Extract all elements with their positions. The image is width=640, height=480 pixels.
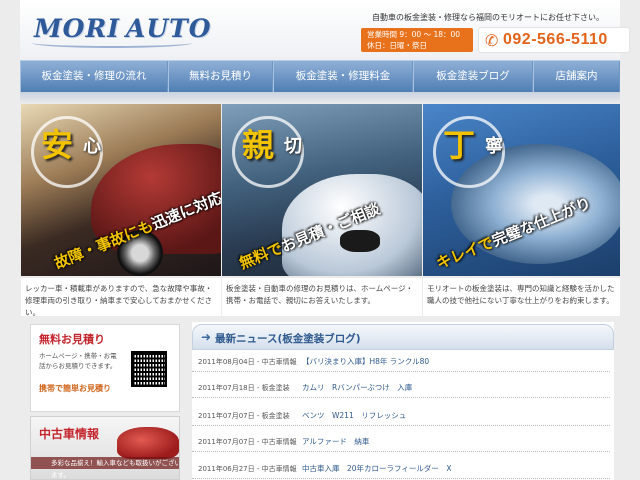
- news-link[interactable]: 中古車入庫 20年カローラフィールダー X: [302, 459, 452, 479]
- used-car-banner[interactable]: 中古車情報 多彩な品揃え！輸入車なども取扱いがございます。: [30, 416, 180, 480]
- news-item[interactable]: 2011年08月04日 - 中古車情報 【バリ決まり入庫】H8年 ランクル80: [192, 352, 610, 372]
- news-item[interactable]: 2011年07月07日 - 中古車情報 アルファード 納車: [192, 432, 610, 452]
- business-hours-badge: 営業時間 9：00 ～ 18：00 休日：日曜・祭日: [361, 28, 473, 52]
- hero-panel-shinsetsu[interactable]: 親 切 無料でお見積・ご相談: [222, 104, 422, 276]
- news-date: 2011年06月27日 - 中古車情報: [198, 465, 297, 473]
- hero-description: 板金塗装・自動車の修理のお見積りは、ホームページ・携帯・お電話で、親切にお答えい…: [222, 278, 422, 316]
- nav-repair-flow[interactable]: 板金塗装・修理の流れ: [20, 61, 168, 93]
- hero-kanji-small: 切: [284, 136, 302, 157]
- used-car-caption: 多彩な品揃え！輸入車なども取扱いがございます。: [31, 457, 179, 479]
- nav-store-info[interactable]: 店舗案内: [533, 61, 620, 93]
- news-item[interactable]: 2011年07月07日 - 板金塗装 ベンツ W211 リフレッシュ: [192, 406, 610, 426]
- mobile-estimate-link[interactable]: 携帯で簡単お見積り: [39, 383, 111, 394]
- news-item[interactable]: 2011年07月18日 - 板金塗装 カムリ Rバンパーぶつけ 入庫: [192, 378, 610, 398]
- news-link[interactable]: ベンツ W211 リフレッシュ: [302, 406, 406, 426]
- hero-kanji-big: 丁: [443, 126, 476, 164]
- hero-tagline-lead: 無料で: [236, 238, 286, 273]
- logo-swoosh: [32, 38, 192, 48]
- hero-description: レッカー車・積載車がありますので、急な故障や事故・修理車両の引き取り・納車まで安…: [21, 278, 221, 317]
- site-header: MORI AUTO 自動車の板金塗装・修理なら福岡のモリオートにお任せ下さい。 営…: [20, 0, 630, 60]
- estimate-text: ホームページ・携帯・お電話からお見積りできます。: [39, 352, 117, 370]
- header-tagline: 自動車の板金塗装・修理なら福岡のモリオートにお任せ下さい。: [372, 13, 604, 22]
- red-car-image: [117, 427, 179, 459]
- sidebar: 無料お見積り ホームページ・携帯・お電話からお見積りできます。 携帯で簡単お見積…: [20, 318, 190, 480]
- news-section: ➜ 最新ニュース(板金塗装ブログ) 2011年08月04日 - 中古車情報 【バ…: [192, 322, 614, 480]
- hero-kanji-big: 親: [242, 126, 275, 164]
- news-link[interactable]: カムリ Rバンパーぶつけ 入庫: [302, 378, 412, 398]
- hero-kanji-small: 寧: [485, 136, 503, 157]
- business-hours: 営業時間 9：00 ～ 18：00: [367, 30, 461, 39]
- nav-free-estimate[interactable]: 無料お見積り: [168, 61, 273, 93]
- used-car-title: 中古車情報: [39, 427, 100, 441]
- car-grill-image: [340, 230, 380, 252]
- hero-panel-anshin[interactable]: 安 心 故障・事故にも迅速に対応: [21, 104, 221, 276]
- news-date: 2011年07月07日 - 中古車情報: [198, 438, 297, 446]
- hero-description: モリオートの板金塗装は、専門の知識と経験を活かした職人の技で他社にない丁寧な仕上…: [423, 278, 620, 316]
- news-link[interactable]: 【バリ決まり入庫】H8年 ランクル80: [302, 352, 429, 372]
- news-date: 2011年07月07日 - 板金塗装: [198, 412, 290, 420]
- nav-repair-prices[interactable]: 板金塗装・修理料金: [273, 61, 413, 93]
- free-estimate-banner[interactable]: 無料お見積り ホームページ・携帯・お電話からお見積りできます。 携帯で簡単お見積…: [30, 324, 180, 412]
- news-item[interactable]: 2011年06月27日 - 中古車情報 中古車入庫 20年カローラフィールダー …: [192, 459, 610, 479]
- news-date: 2011年08月04日 - 中古車情報: [198, 358, 297, 366]
- news-date: 2011年07月18日 - 板金塗装: [198, 384, 290, 392]
- hero-kanji-big: 安: [41, 126, 74, 164]
- nav-shadow: [20, 92, 620, 104]
- news-title: 最新ニュース(板金塗装ブログ): [215, 333, 361, 345]
- main-nav: 板金塗装・修理の流れ 無料お見積り 板金塗装・修理料金 板金塗装ブログ 店舗案内: [20, 60, 620, 93]
- phone-box[interactable]: ✆ 092-566-5110: [478, 27, 630, 53]
- hero-kanji-small: 心: [83, 136, 101, 157]
- news-header: ➜ 最新ニュース(板金塗装ブログ): [192, 324, 614, 350]
- hero-panel-teinei[interactable]: 丁 寧 キレイで完璧な仕上がり: [423, 104, 620, 276]
- phone-number[interactable]: 092-566-5110: [503, 31, 608, 49]
- phone-icon: ✆: [485, 31, 499, 50]
- qr-code-icon: [131, 351, 167, 387]
- arrow-right-icon: ➜: [201, 330, 212, 344]
- closed-days: 休日：日曜・祭日: [367, 41, 427, 50]
- hero-tagline-lead: キレイで: [433, 233, 497, 273]
- estimate-title: 無料お見積り: [39, 333, 105, 346]
- news-link[interactable]: アルファード 納車: [302, 432, 369, 452]
- nav-blog[interactable]: 板金塗装ブログ: [413, 61, 533, 93]
